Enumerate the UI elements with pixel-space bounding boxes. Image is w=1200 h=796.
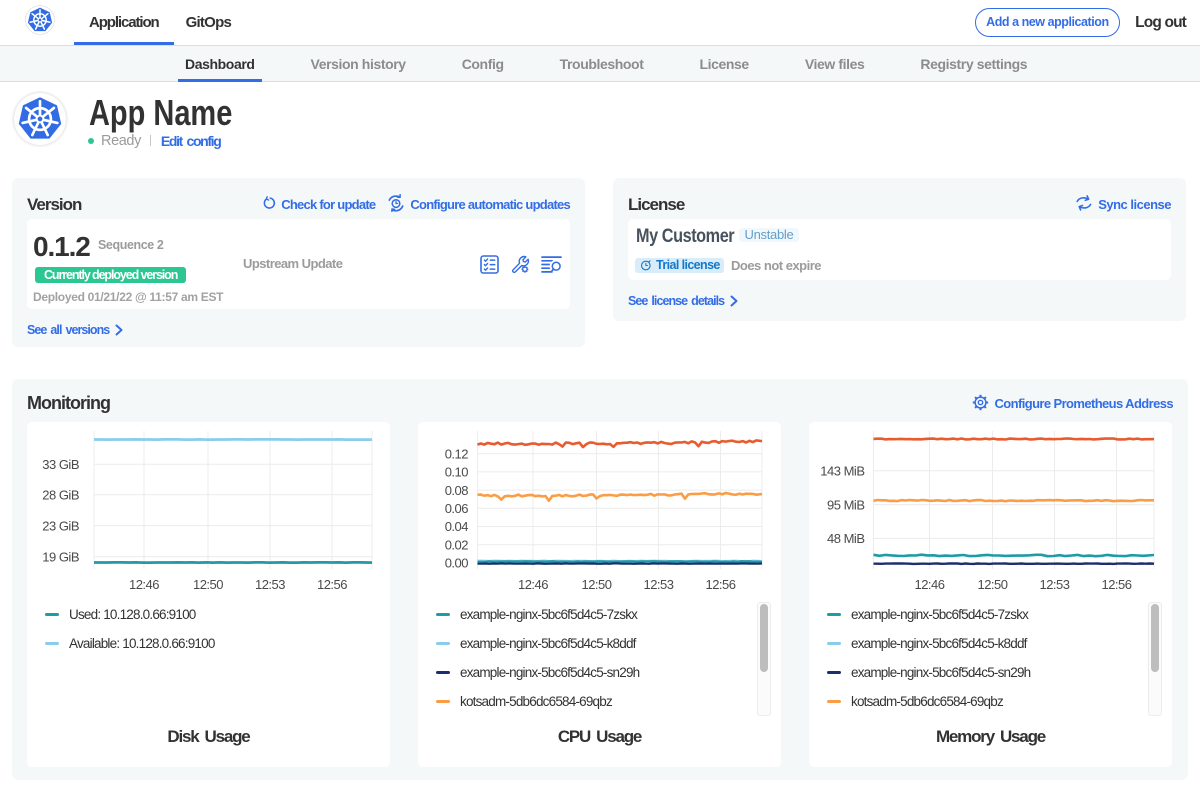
svg-text:0.04: 0.04 <box>445 519 469 534</box>
svg-text:95 MiB: 95 MiB <box>827 497 864 512</box>
svg-text:12:50: 12:50 <box>977 577 1007 592</box>
svg-text:0.08: 0.08 <box>445 483 469 498</box>
svg-text:12:53: 12:53 <box>1039 577 1069 592</box>
svg-text:12:50: 12:50 <box>193 577 223 592</box>
svg-text:12:56: 12:56 <box>1101 577 1131 592</box>
svg-text:28 GiB: 28 GiB <box>42 487 79 502</box>
svg-text:0.12: 0.12 <box>445 446 469 461</box>
svg-text:12:56: 12:56 <box>317 577 347 592</box>
svg-text:0.10: 0.10 <box>445 465 469 480</box>
svg-text:19 GiB: 19 GiB <box>42 549 79 564</box>
svg-text:0.00: 0.00 <box>445 556 469 571</box>
svg-text:12:56: 12:56 <box>705 577 735 592</box>
svg-text:143 MiB: 143 MiB <box>820 463 864 478</box>
svg-text:48 MiB: 48 MiB <box>827 531 864 546</box>
svg-text:12:46: 12:46 <box>518 577 548 592</box>
svg-text:23 GiB: 23 GiB <box>42 518 79 533</box>
svg-text:12:46: 12:46 <box>914 577 944 592</box>
svg-text:12:53: 12:53 <box>255 577 285 592</box>
svg-text:12:46: 12:46 <box>129 577 159 592</box>
svg-text:0.06: 0.06 <box>445 501 469 516</box>
svg-text:12:53: 12:53 <box>643 577 673 592</box>
svg-text:12:50: 12:50 <box>581 577 611 592</box>
svg-text:0.02: 0.02 <box>445 537 469 552</box>
svg-text:33 GiB: 33 GiB <box>42 457 79 472</box>
